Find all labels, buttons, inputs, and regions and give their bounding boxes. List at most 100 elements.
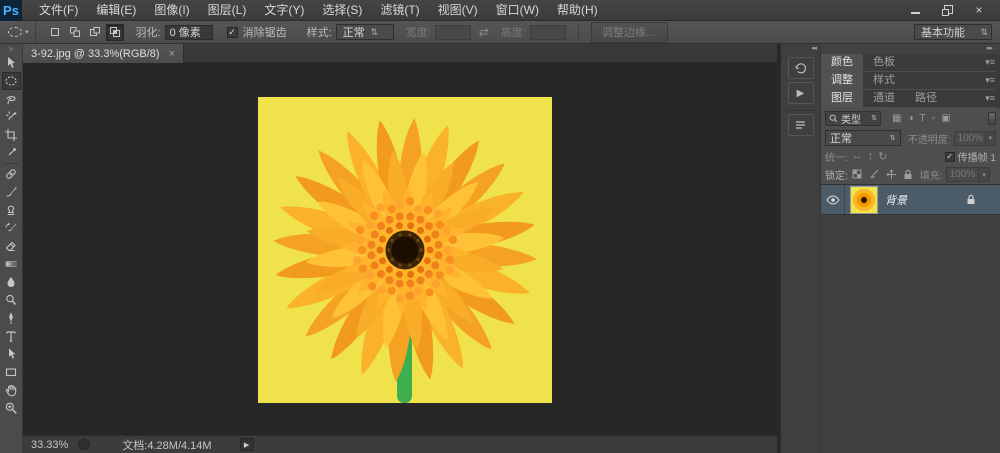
menu-help[interactable]: 帮助(H): [548, 0, 607, 21]
panel-menu-icon[interactable]: ▾≡: [985, 54, 1000, 71]
blur-tool[interactable]: [2, 273, 21, 291]
document-tab[interactable]: 3-92.jpg @ 33.3%(RGB/8) ×: [23, 44, 184, 63]
properties-panel-button[interactable]: [788, 114, 814, 136]
type-tool[interactable]: [2, 327, 21, 345]
history-brush-tool[interactable]: [2, 219, 21, 237]
menu-view[interactable]: 视图(V): [429, 0, 487, 21]
gradient-tool[interactable]: [2, 255, 21, 273]
rectangle-shape-tool[interactable]: [2, 363, 21, 381]
menu-image[interactable]: 图像(I): [145, 0, 198, 21]
zoom-tool[interactable]: [2, 399, 21, 417]
add-to-selection-button[interactable]: [66, 24, 84, 41]
tab-color[interactable]: 颜色: [821, 54, 863, 71]
style-select[interactable]: 正常 ⇅: [336, 24, 394, 40]
feather-input[interactable]: 0 像素: [165, 25, 213, 40]
unify-scale-icon[interactable]: ↕: [868, 150, 874, 163]
status-bar: 33.33% 文档:4.28M/4.14M ▶: [23, 435, 777, 453]
layer-visibility-toggle[interactable]: [821, 185, 845, 214]
properties-icon: [793, 118, 808, 132]
quick-selection-tool[interactable]: [2, 108, 21, 126]
layer-thumbnail[interactable]: [851, 187, 877, 213]
clone-stamp-tool[interactable]: [2, 201, 21, 219]
brush-tool[interactable]: [2, 183, 21, 201]
path-selection-tool[interactable]: [2, 345, 21, 363]
dodge-tool[interactable]: [2, 291, 21, 309]
lock-pixels-icon[interactable]: [869, 169, 880, 180]
lock-position-icon[interactable]: [886, 169, 897, 180]
blend-mode-select[interactable]: 正常 ⇅: [825, 130, 901, 146]
minimize-button[interactable]: [906, 3, 924, 17]
zoom-level-field[interactable]: 33.33%: [31, 439, 68, 451]
toolbar-collapse-button[interactable]: »: [0, 44, 22, 54]
document-size-info: 文档:4.28M/4.14M: [122, 437, 211, 453]
move-tool[interactable]: [2, 54, 21, 72]
eraser-tool[interactable]: [2, 237, 21, 255]
menu-type[interactable]: 文字(Y): [255, 0, 313, 21]
subtract-from-selection-button[interactable]: [86, 24, 104, 41]
history-panel-button[interactable]: [788, 57, 814, 79]
tab-channels[interactable]: 通道: [863, 90, 905, 107]
close-button[interactable]: ×: [970, 3, 988, 17]
layer-row-background[interactable]: 背景: [821, 185, 1000, 215]
panel-group-color: 颜色 色板 ▾≡: [821, 54, 1000, 71]
unify-rotation-icon[interactable]: ↻: [878, 150, 887, 163]
new-selection-button[interactable]: [46, 24, 64, 41]
selection-mode-group: [46, 24, 124, 41]
tool-preset-picker[interactable]: ▾: [0, 21, 36, 43]
eye-icon: [826, 195, 840, 205]
filter-pixel-layers-icon[interactable]: ▦: [892, 113, 901, 124]
document-tab-title: 3-92.jpg @ 33.3%(RGB/8): [31, 48, 160, 60]
menu-select[interactable]: 选择(S): [313, 0, 371, 21]
close-tab-icon[interactable]: ×: [169, 48, 175, 60]
layer-filter-row: 类型 ⇅ ▦ ◑ T ▫ ▣: [821, 108, 1000, 128]
hand-tool[interactable]: [2, 381, 21, 399]
options-bar: ▾ 羽化: 0 像素 ✓ 消除锯齿 样式: 正常 ⇅ 宽度: ⇄ 高度: 调整边…: [0, 21, 1000, 44]
panel-group-layers: 图层 通道 路径 ▾≡: [821, 90, 1000, 107]
unify-position-icon[interactable]: ↔: [852, 150, 863, 163]
canvas[interactable]: [23, 63, 777, 435]
panel-menu-icon[interactable]: ▾≡: [985, 72, 1000, 89]
collapse-dock-button[interactable]: ▸▸: [821, 44, 1000, 54]
status-menu-button[interactable]: ▶: [240, 438, 254, 451]
actions-panel-button[interactable]: ▶: [788, 82, 814, 104]
menu-file[interactable]: 文件(F): [30, 0, 87, 21]
titlebar: Ps 文件(F) 编辑(E) 图像(I) 图层(L) 文字(Y) 选择(S) 滤…: [0, 0, 1000, 21]
menu-layer[interactable]: 图层(L): [199, 0, 256, 21]
tab-swatches[interactable]: 色板: [863, 54, 905, 71]
filter-shape-layers-icon[interactable]: ▫: [932, 113, 936, 124]
lasso-tool[interactable]: [2, 90, 21, 108]
expand-dock-button[interactable]: ◂◂: [781, 44, 820, 54]
swap-dimensions-icon: ⇄: [479, 25, 489, 39]
panel-menu-icon[interactable]: ▾≡: [985, 90, 1000, 107]
elliptical-marquee-tool[interactable]: [2, 72, 21, 90]
eyedropper-tool[interactable]: [2, 144, 21, 162]
flower-photo: [258, 97, 552, 403]
propagate-frame-checkbox[interactable]: ✓: [945, 152, 955, 162]
antialias-checkbox[interactable]: ✓: [227, 27, 238, 38]
restore-button[interactable]: [938, 3, 956, 17]
layer-filter-icons: ▦ ◑ T ▫ ▣: [892, 113, 951, 124]
filter-smart-object-icon[interactable]: ▣: [941, 113, 950, 124]
menu-window[interactable]: 窗口(W): [487, 0, 548, 21]
workspace-select[interactable]: 基本功能 ⇅: [914, 24, 992, 40]
menu-edit[interactable]: 编辑(E): [87, 0, 145, 21]
layer-filter-toggle[interactable]: [988, 112, 996, 125]
spot-healing-brush-tool[interactable]: [2, 165, 21, 183]
tab-adjustments[interactable]: 调整: [821, 72, 863, 89]
photoshop-window: Ps 文件(F) 编辑(E) 图像(I) 图层(L) 文字(Y) 选择(S) 滤…: [0, 0, 1000, 453]
pen-tool[interactable]: [2, 309, 21, 327]
crop-tool[interactable]: [2, 126, 21, 144]
filter-adjustment-layers-icon[interactable]: ◑: [907, 113, 913, 124]
chevron-down-icon: ▾: [25, 28, 29, 36]
tab-styles[interactable]: 样式: [863, 72, 905, 89]
tab-paths[interactable]: 路径: [905, 90, 947, 107]
menu-filter[interactable]: 滤镜(T): [371, 0, 428, 21]
layer-filter-select[interactable]: 类型 ⇅: [825, 111, 881, 126]
tab-layers[interactable]: 图层: [821, 90, 863, 107]
propagate-frame-label: 传播帧 1: [958, 149, 996, 164]
feather-label: 羽化:: [136, 24, 161, 40]
filter-type-layers-icon[interactable]: T: [920, 113, 926, 124]
lock-all-icon[interactable]: [903, 169, 913, 180]
lock-transparency-icon[interactable]: [852, 169, 863, 180]
intersect-selection-button[interactable]: [106, 24, 124, 41]
